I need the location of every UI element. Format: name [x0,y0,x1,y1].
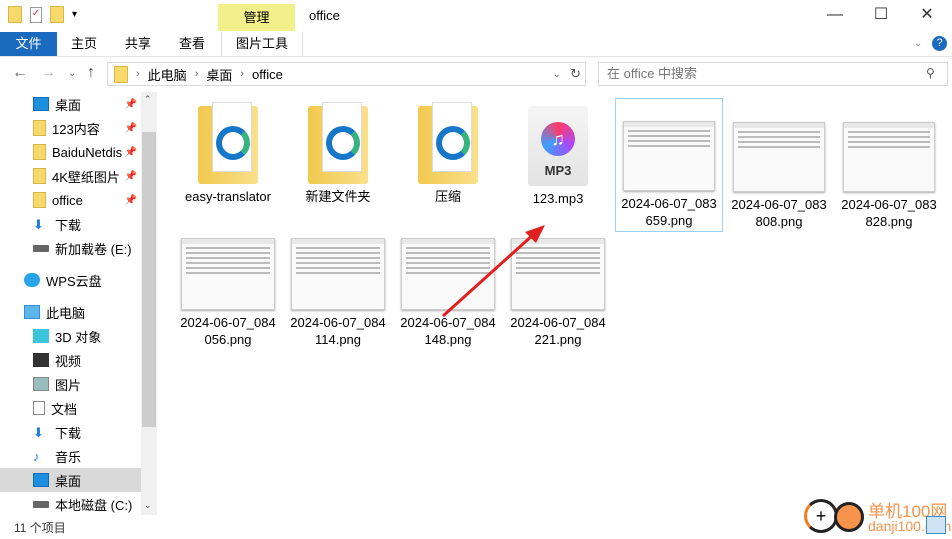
watermark-logo-disc [834,502,864,532]
status-item-count: 11 个项目 [14,521,66,535]
watermark-logo: + [804,499,838,533]
large-icons-view-button[interactable] [926,516,946,534]
arrow-line [441,232,536,318]
annotation-arrow [441,225,545,318]
